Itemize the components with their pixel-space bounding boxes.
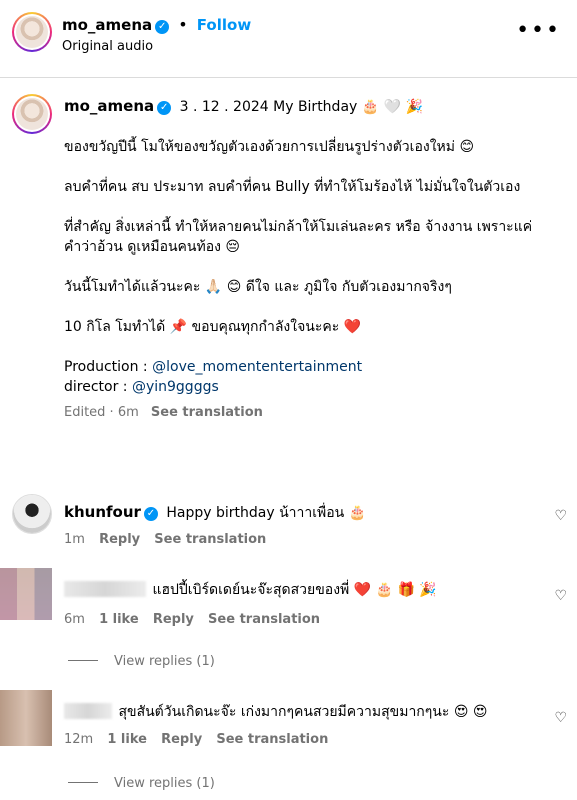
caption-title: 3 . 12 . 2024 My Birthday 🎂 🤍 🎉 (179, 99, 423, 115)
view-replies-label: View replies (1) (114, 776, 215, 791)
like-count[interactable]: 1 like (107, 732, 147, 747)
comment-item: สุขสันต์วันเกิดนะจ๊ะ เก่งมากๆคนสวยมีความ… (0, 690, 577, 800)
comment-item: khunfour ✓ Happy birthday น้าาาเพื่อน 🎂 1… (0, 494, 577, 554)
reply-button[interactable]: Reply (99, 532, 140, 547)
separator-dot: • (178, 15, 188, 34)
like-heart-icon[interactable]: ♡ (554, 710, 567, 726)
caption-line: ของขวัญปีนี้ โมให้ของขวัญตัวเองด้วยการเป… (64, 139, 475, 155)
caption-line: ที่สำคัญ สิ่งเหล่านี้ ทำให้หลายคนไม่กล้า… (64, 219, 533, 255)
verified-badge-icon: ✓ (155, 20, 170, 34)
view-replies-button[interactable]: View replies (1) (68, 776, 215, 791)
post-header: mo_amena ✓ • Follow Original audio ••• (0, 0, 577, 78)
caption-username[interactable]: mo_amena (64, 97, 154, 115)
verified-badge-icon: ✓ (143, 507, 158, 521)
comment-text: แฮปปี้เบิร์ดเดย์นะจ๊ะสุดสวยของพี่ ❤️ 🎂 🎁… (152, 582, 437, 598)
see-translation-button[interactable]: See translation (154, 532, 266, 547)
commenter-username-blurred[interactable] (64, 581, 146, 597)
audio-label[interactable]: Original audio (62, 39, 153, 54)
commenter-username[interactable]: khunfour (64, 503, 141, 521)
view-replies-button[interactable]: View replies (1) (68, 654, 215, 669)
like-count[interactable]: 1 like (99, 612, 139, 627)
commenter-username-blurred[interactable] (64, 703, 112, 719)
like-heart-icon[interactable]: ♡ (554, 508, 567, 524)
follow-button[interactable]: Follow (197, 16, 251, 34)
more-horizontal-icon[interactable]: ••• (516, 20, 561, 42)
caption-line: 10 กิโล โมทำได้ 📌 ขอบคุณทุกกำลังใจนะคะ ❤… (64, 319, 362, 335)
comment-text: สุขสันต์วันเกิดนะจ๊ะ เก่งมากๆคนสวยมีความ… (118, 704, 488, 720)
replies-divider (68, 782, 98, 783)
edited-timestamp: Edited · 6m (64, 405, 139, 420)
director-link[interactable]: @yin9ggggs (132, 379, 219, 395)
caption-line: วันนี้โมทำได้แล้วนะคะ 🙏🏻 😊 ดีใจ และ ภูมิ… (64, 279, 452, 295)
commenter-avatar[interactable] (12, 494, 52, 534)
verified-badge-icon: ✓ (157, 101, 172, 115)
comment-time: 1m (64, 532, 85, 547)
production-label: Production : (64, 359, 148, 375)
see-translation-button[interactable]: See translation (216, 732, 328, 747)
director-label: director : (64, 379, 128, 395)
production-link[interactable]: @love_momententertainment (152, 359, 362, 375)
see-translation-button[interactable]: See translation (208, 612, 320, 627)
author-username[interactable]: mo_amena (62, 16, 152, 34)
commenter-avatar[interactable] (0, 568, 52, 620)
view-replies-label: View replies (1) (114, 654, 215, 669)
caption-line: ลบคำที่คน สบ ประมาท ลบคำที่คน Bully ที่ท… (64, 179, 521, 195)
comment-time: 6m (64, 612, 85, 627)
replies-divider (68, 660, 98, 661)
comment-time: 12m (64, 732, 94, 747)
reply-button[interactable]: Reply (153, 612, 194, 627)
comment-text: Happy birthday น้าาาเพื่อน 🎂 (166, 505, 367, 521)
caption-see-translation[interactable]: See translation (151, 405, 263, 420)
post-caption: mo_amena ✓ 3 . 12 . 2024 My Birthday 🎂 🤍 … (64, 96, 564, 423)
commenter-avatar[interactable] (0, 690, 52, 746)
reply-button[interactable]: Reply (161, 732, 202, 747)
like-heart-icon[interactable]: ♡ (554, 588, 567, 604)
caption-avatar[interactable] (12, 94, 52, 134)
comment-item: แฮปปี้เบิร์ดเดย์นะจ๊ะสุดสวยของพี่ ❤️ 🎂 🎁… (0, 568, 577, 678)
author-avatar[interactable] (12, 12, 52, 52)
